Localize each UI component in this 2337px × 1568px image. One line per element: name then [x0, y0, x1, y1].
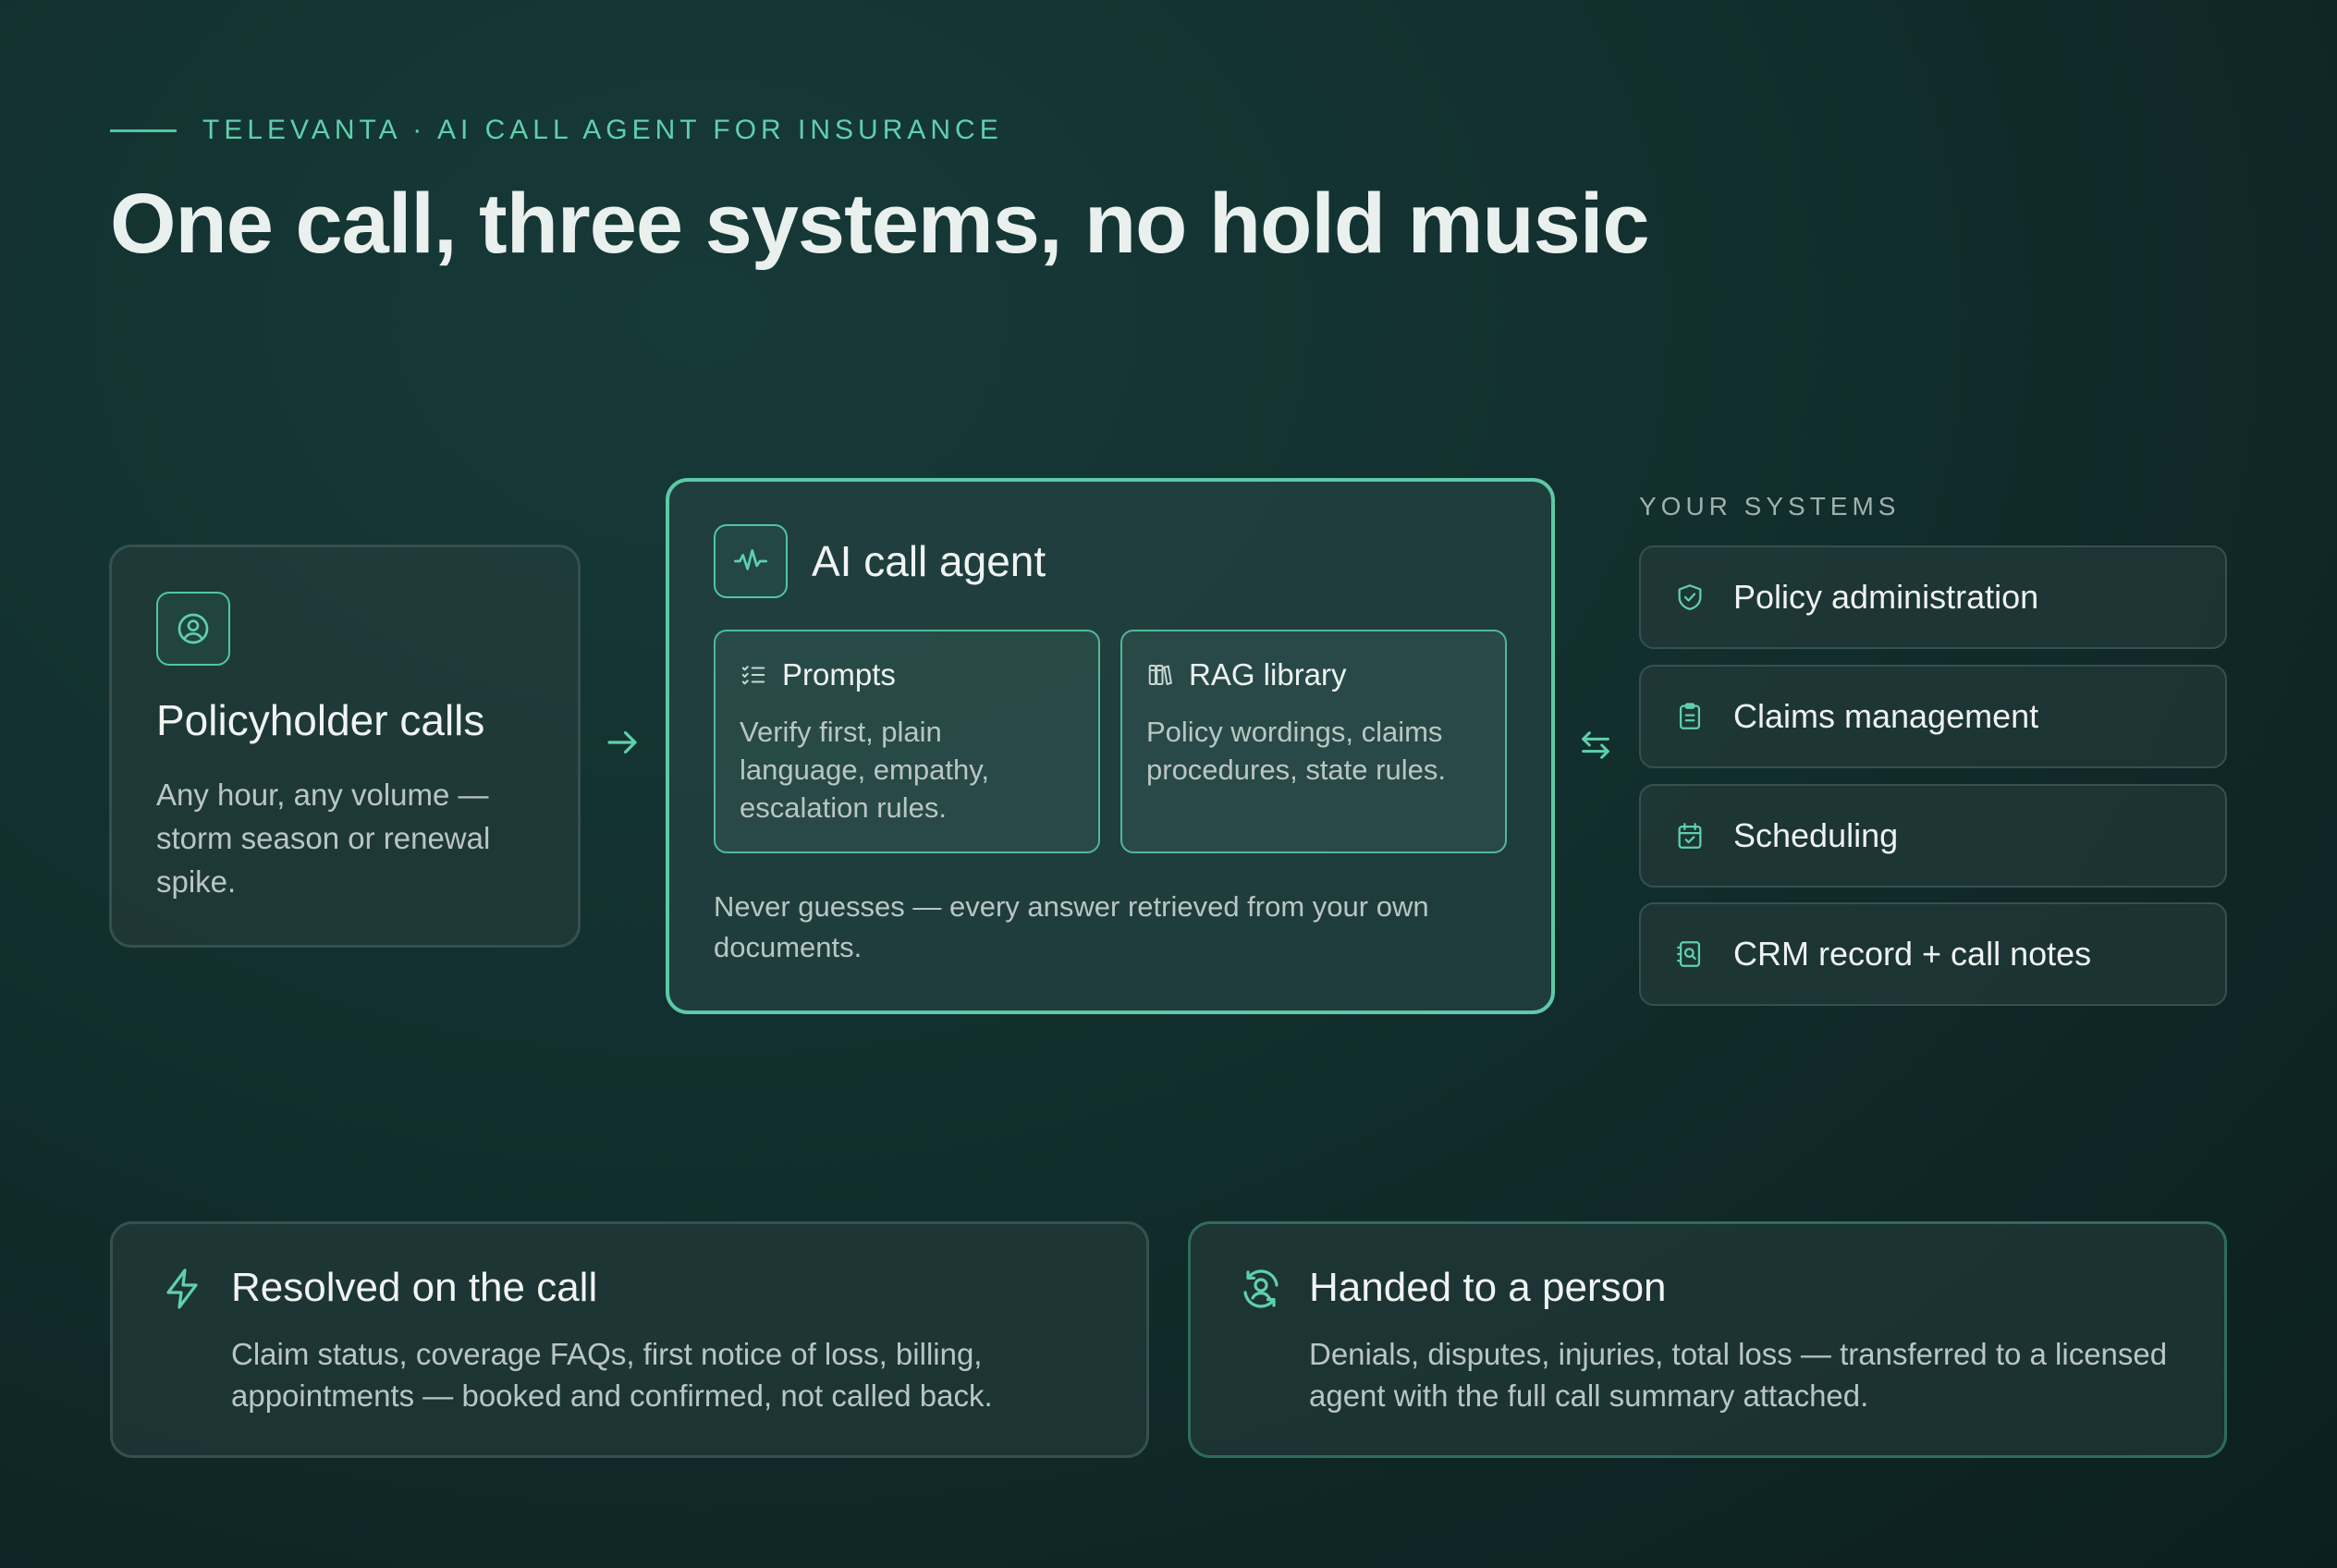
handed-to-person-card: Handed to a person Denials, disputes, in… — [1188, 1221, 2227, 1458]
rag-description: Policy wordings, claims procedures, stat… — [1146, 716, 1446, 786]
eyebrow: TELEVANTA · AI CALL AGENT FOR INSURANCE — [110, 115, 1003, 146]
contact-search-icon — [1677, 941, 1701, 967]
handed-content: Handed to a person Denials, disputes, in… — [1309, 1265, 2176, 1415]
system-policy-administration: Policy administration — [1639, 545, 2227, 649]
policyholder-description: Any hour, any volume — storm season or r… — [156, 778, 491, 899]
prompts-header: Prompts — [740, 657, 1074, 692]
system-label: Policy administration — [1733, 578, 2039, 616]
policyholder-card: Policyholder calls Any hour, any volume … — [109, 545, 581, 948]
resolved-description: Claim status, coverage FAQs, first notic… — [231, 1337, 993, 1413]
system-claims-management: Claims management — [1639, 665, 2227, 768]
system-crm-record: CRM record + call notes — [1639, 902, 2227, 1006]
shield-check-icon — [1678, 584, 1702, 610]
person-transfer-icon — [1243, 1269, 1279, 1308]
calendar-check-icon — [1678, 823, 1702, 849]
handed-description: Denials, disputes, injuries, total loss … — [1309, 1337, 2168, 1413]
user-circle-icon — [156, 592, 230, 666]
handed-title: Handed to a person — [1309, 1265, 1667, 1310]
prompts-description: Verify first, plain language, empathy, e… — [740, 716, 990, 824]
page-title: One call, three systems, no hold music — [110, 177, 1650, 271]
eyebrow-text: TELEVANTA · AI CALL AGENT FOR INSURANCE — [202, 115, 1003, 145]
system-scheduling: Scheduling — [1639, 784, 2227, 888]
agent-components: Prompts Verify first, plain language, em… — [714, 630, 1507, 853]
system-label: Scheduling — [1733, 816, 1899, 854]
system-label: Claims management — [1733, 697, 2039, 735]
lightning-icon — [166, 1268, 198, 1309]
ai-call-agent-card: AI call agent Prompts Verify first, plai… — [666, 478, 1555, 1014]
resolved-on-call-card: Resolved on the call Claim status, cover… — [110, 1221, 1149, 1458]
system-label: CRM record + call notes — [1733, 935, 2092, 973]
arrow-right-icon — [607, 730, 637, 754]
prompts-card: Prompts Verify first, plain language, em… — [714, 630, 1100, 853]
rag-header: RAG library — [1146, 657, 1481, 692]
agent-title: AI call agent — [812, 537, 1046, 585]
prompts-title: Prompts — [782, 657, 896, 692]
waveform-icon — [714, 524, 788, 598]
clipboard-icon — [1679, 703, 1701, 729]
policyholder-title: Policyholder calls — [156, 696, 485, 744]
resolved-content: Resolved on the call Claim status, cover… — [231, 1265, 1098, 1415]
resolved-title: Resolved on the call — [231, 1265, 598, 1310]
rag-library-card: RAG library Policy wordings, claims proc… — [1120, 630, 1507, 853]
rag-title: RAG library — [1189, 657, 1347, 692]
systems-label: YOUR SYSTEMS — [1639, 492, 1901, 521]
eyebrow-rule — [110, 129, 177, 132]
agent-footer-note: Never guesses — every answer retrieved f… — [714, 890, 1429, 963]
agent-header: AI call agent — [714, 524, 1507, 598]
checklist-icon — [741, 666, 765, 685]
bidirectional-arrow-icon — [1582, 731, 1609, 759]
books-icon — [1148, 665, 1172, 685]
